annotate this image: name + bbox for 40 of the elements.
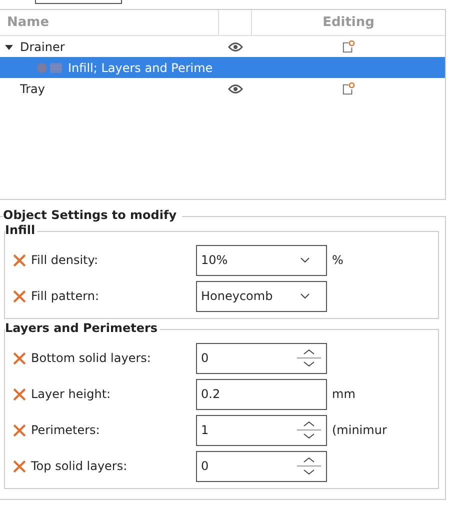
remove-icon[interactable] xyxy=(13,388,26,400)
spin-field[interactable]: 0 xyxy=(196,342,327,374)
remove-icon[interactable] xyxy=(13,460,26,472)
column-header: Editing xyxy=(322,14,376,32)
option-label: Fill pattern: xyxy=(31,289,100,303)
option-label: Bottom solid layers: xyxy=(31,351,152,365)
option-label: Layer height: xyxy=(31,387,112,401)
spin-field[interactable]: 0 xyxy=(196,450,327,482)
tree-row[interactable]: Drainer xyxy=(0,36,445,57)
group-title: Layers and Perimeters xyxy=(5,321,160,335)
edit-icon[interactable] xyxy=(342,40,355,53)
dropdown[interactable]: 10% xyxy=(196,244,327,276)
column-header: Name xyxy=(0,10,219,35)
spin-field[interactable]: 1 xyxy=(196,414,327,446)
object-name: Tray xyxy=(20,82,45,96)
object-name: Drainer xyxy=(20,40,65,54)
option-label: Perimeters: xyxy=(31,423,101,437)
chevron-icon xyxy=(300,257,310,263)
remove-icon[interactable] xyxy=(13,254,26,266)
option-label: Fill density: xyxy=(31,253,100,267)
eye-icon[interactable] xyxy=(228,84,243,94)
tree-row[interactable]: Tray xyxy=(0,78,445,99)
remove-icon[interactable] xyxy=(13,424,26,436)
settings-icons xyxy=(36,62,64,74)
object-name: Infill; Layers and Perime xyxy=(68,60,213,74)
section-title: Object Settings to modify xyxy=(3,208,182,222)
edit-icon[interactable] xyxy=(342,82,355,95)
option-label: Top solid layers: xyxy=(31,459,128,473)
unit-label: mm xyxy=(332,387,356,401)
chevron-icon xyxy=(300,293,310,299)
input-field[interactable]: 0.2 xyxy=(196,378,327,410)
unit-label: % xyxy=(332,253,344,267)
toolbar-button[interactable] xyxy=(35,0,122,4)
tree-row[interactable]: Infill; Layers and Perime xyxy=(0,57,445,78)
remove-icon[interactable] xyxy=(13,352,26,364)
remove-icon[interactable] xyxy=(13,290,26,302)
eye-icon[interactable] xyxy=(228,42,243,52)
dropdown[interactable]: Honeycomb xyxy=(196,280,327,312)
group-title: Infill xyxy=(5,223,38,237)
unit-label: (minimur xyxy=(332,423,387,437)
